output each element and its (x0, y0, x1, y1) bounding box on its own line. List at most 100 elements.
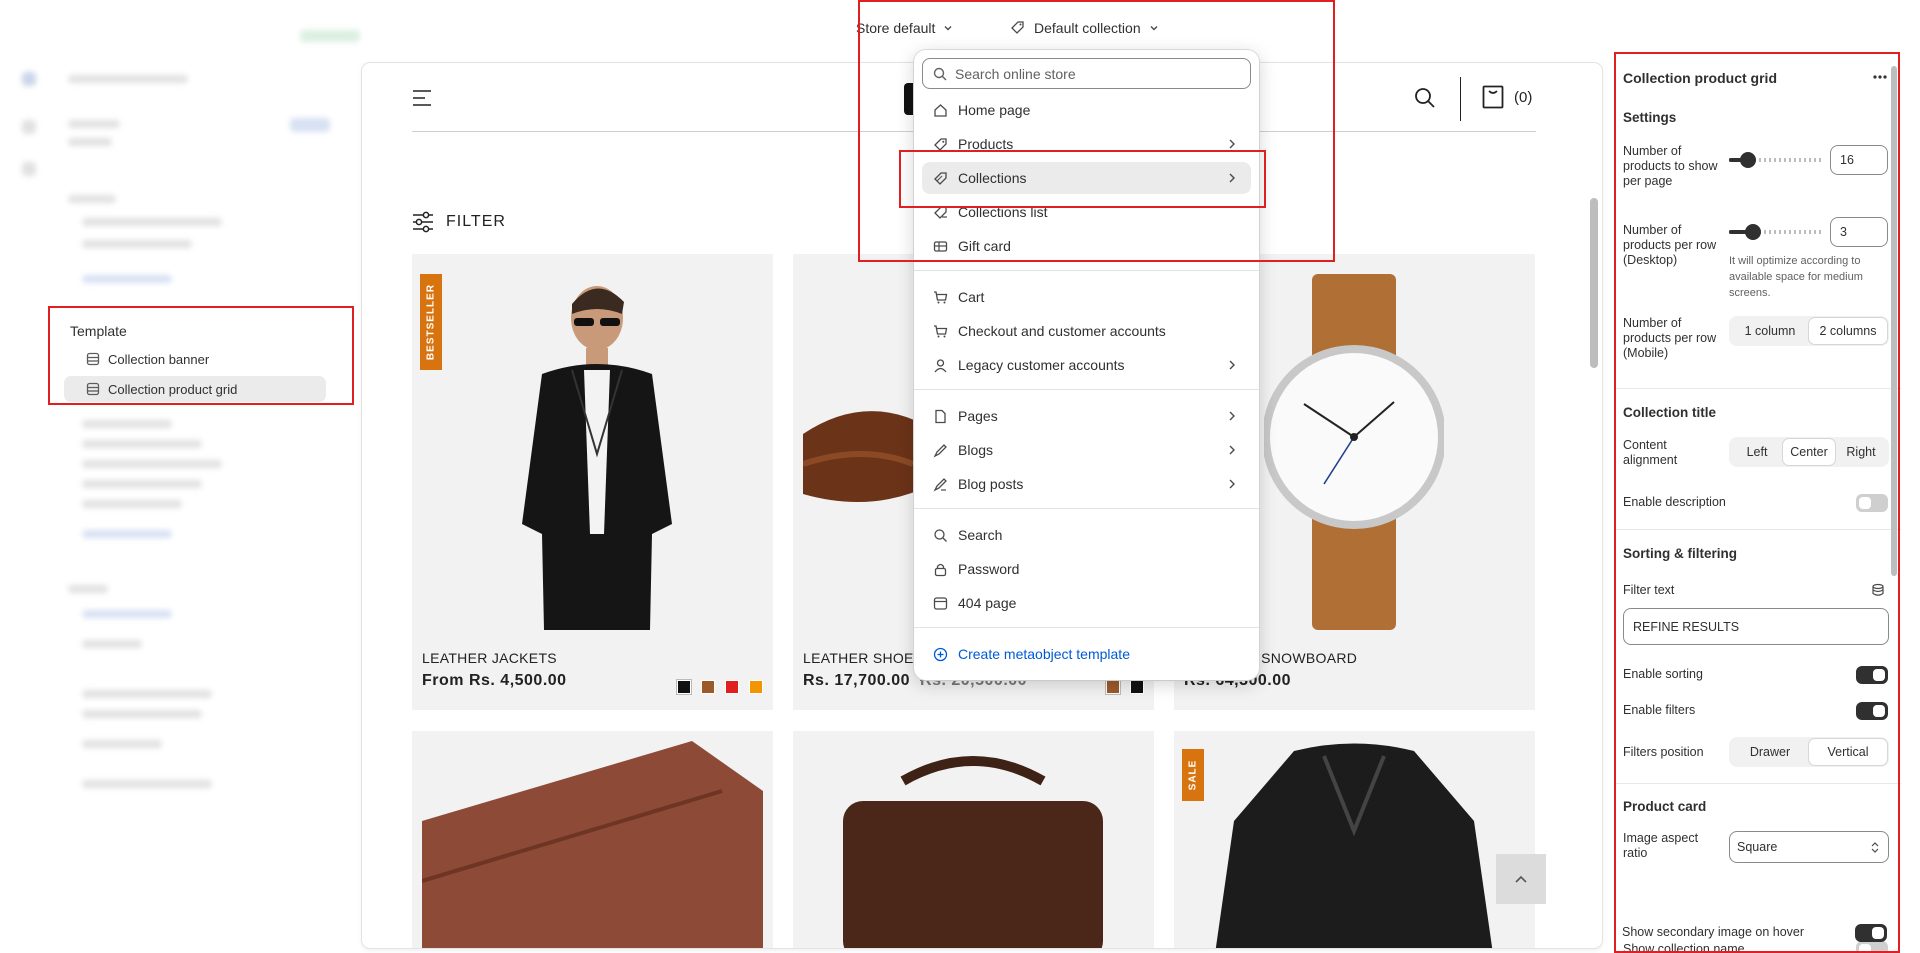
template-section: Template Collection banner Collection pr… (50, 308, 352, 403)
filters-position-segmented: Drawer Vertical (1729, 737, 1889, 767)
enable-description-label: Enable description (1623, 495, 1726, 509)
menu-item-legacy-customer-accounts[interactable]: Legacy customer accounts (922, 349, 1251, 381)
option-1-column[interactable]: 1 column (1731, 318, 1809, 344)
filter-text-input[interactable]: REFINE RESULTS (1623, 608, 1889, 645)
panel-title: Collection product grid (1623, 70, 1777, 86)
section-settings-panel: Collection product grid Settings Number … (1614, 52, 1901, 953)
store-selector[interactable]: Store default (856, 18, 953, 38)
menu-item-password[interactable]: Password (922, 553, 1251, 585)
back-to-top-button[interactable] (1496, 854, 1546, 904)
option-2-columns[interactable]: 2 columns (1809, 318, 1887, 344)
menu-item-collections[interactable]: Collections (922, 162, 1251, 194)
template-heading: Template (70, 323, 127, 339)
panel-scrollbar[interactable] (1891, 66, 1897, 576)
swatch-orange[interactable] (749, 680, 763, 694)
enable-filters-toggle[interactable] (1856, 702, 1888, 720)
tag-icon (930, 137, 950, 152)
sidebar-item-label: Collection banner (108, 351, 210, 367)
enable-description-toggle[interactable] (1856, 494, 1888, 512)
align-right-option[interactable]: Right (1835, 439, 1887, 465)
menu-item-search[interactable]: Search (922, 519, 1251, 551)
products-per-row-input[interactable]: 3 (1830, 217, 1888, 247)
menu-item-cart[interactable]: Cart (922, 281, 1251, 313)
products-per-page-slider[interactable] (1729, 152, 1823, 168)
collection-title-heading: Collection title (1623, 405, 1717, 420)
products-per-page-label: Number of products to show per page (1623, 144, 1718, 188)
menu-item-blog-posts[interactable]: Blog posts (922, 468, 1251, 500)
filter-icon (413, 211, 433, 233)
products-per-row-label: Number of products per row (Desktop) (1623, 223, 1717, 267)
filters-vertical-option[interactable]: Vertical (1809, 739, 1887, 765)
menu-item-404-page[interactable]: 404 page (922, 587, 1251, 619)
search-placeholder: Search online store (955, 65, 1076, 82)
hamburger-menu-icon[interactable] (412, 89, 432, 107)
mobile-columns-segmented: 1 column 2 columns (1729, 316, 1889, 346)
cart-icon (930, 324, 950, 339)
swatch-red[interactable] (725, 680, 739, 694)
menu-item-pages[interactable]: Pages (922, 400, 1251, 432)
menu-item-label: Collections (958, 170, 1027, 186)
product-card-wallet[interactable] (412, 731, 773, 948)
swatch-black[interactable] (1130, 680, 1144, 694)
search-icon[interactable] (1414, 87, 1436, 109)
page-icon (930, 409, 950, 424)
product-card-leather-jackets[interactable]: BESTSELLER LEATHER JACKETS From Rs. 4,50… (412, 254, 773, 710)
menu-item-label: 404 page (958, 595, 1017, 611)
product-price: From Rs. 4,500.00 (422, 672, 567, 689)
product-image-bag (843, 756, 1103, 948)
cart-button[interactable]: (0) (1482, 85, 1532, 109)
secondary-image-toggle[interactable] (1855, 924, 1887, 942)
plus-circle-icon (930, 647, 950, 662)
settings-heading: Settings (1623, 110, 1677, 125)
slider-knob[interactable] (1739, 152, 1756, 168)
filters-position-label: Filters position (1623, 745, 1704, 759)
menu-item-collections-list[interactable]: Collections list (922, 196, 1251, 228)
filters-drawer-option[interactable]: Drawer (1731, 739, 1809, 765)
sale-badge: SALE (1182, 749, 1204, 801)
slider-knob[interactable] (1744, 224, 1761, 240)
create-metaobject-template-link[interactable]: Create metaobject template (922, 638, 1251, 670)
menu-item-checkout[interactable]: Checkout and customer accounts (922, 315, 1251, 347)
product-card-sale-jacket[interactable]: SALE (1174, 731, 1535, 948)
template-picker-dropdown: Search online store Home page Products C… (914, 50, 1259, 680)
menu-item-home-page[interactable]: Home page (922, 94, 1251, 126)
menu-item-label: Blogs (958, 442, 994, 458)
chevron-down-icon (944, 26, 952, 31)
more-options-icon[interactable] (1872, 74, 1888, 80)
filter-button[interactable]: FILTER (412, 211, 506, 233)
show-collection-name-toggle[interactable] (1856, 941, 1888, 953)
align-left-option[interactable]: Left (1731, 439, 1783, 465)
store-selector-label: Store default (856, 20, 936, 36)
chevron-right-icon (1229, 445, 1235, 455)
menu-item-label: Checkout and customer accounts (958, 323, 1166, 339)
enable-sorting-toggle[interactable] (1856, 666, 1888, 684)
menu-item-label: Password (958, 561, 1020, 577)
products-per-row-help: It will optimize according to available … (1729, 255, 1863, 299)
chevron-right-icon (1229, 139, 1235, 149)
product-name: LEATHER JACKETS (422, 650, 557, 666)
canvas-scrollbar[interactable] (1590, 198, 1598, 368)
template-selector[interactable]: Default collection (1010, 18, 1159, 38)
sidebar-item-collection-banner[interactable]: Collection banner (64, 346, 326, 372)
swatch-brown[interactable] (1105, 679, 1121, 695)
mobile-columns-label: Number of products per row (Mobile) (1623, 316, 1717, 360)
swatch-brown[interactable] (701, 680, 715, 694)
image-aspect-ratio-select[interactable]: Square (1729, 831, 1889, 863)
product-image-jacket (522, 286, 672, 630)
menu-item-label: Collections list (958, 204, 1048, 220)
sidebar-item-collection-product-grid[interactable]: Collection product grid (64, 376, 326, 402)
product-card-bag[interactable] (793, 731, 1154, 948)
align-center-option[interactable]: Center (1783, 439, 1835, 465)
content-alignment-label: Content alignment (1623, 438, 1678, 467)
filter-label: FILTER (446, 213, 506, 230)
swatch-black[interactable] (676, 679, 692, 695)
person-icon (930, 358, 950, 373)
menu-item-blogs[interactable]: Blogs (922, 434, 1251, 466)
dynamic-source-icon[interactable] (1871, 583, 1885, 597)
products-per-row-slider[interactable] (1729, 224, 1823, 240)
menu-item-gift-card[interactable]: Gift card (922, 230, 1251, 262)
search-online-store-input[interactable]: Search online store (922, 58, 1251, 89)
products-per-page-input[interactable]: 16 (1830, 145, 1888, 175)
sidebar-item-label: Collection product grid (108, 381, 238, 397)
menu-item-products[interactable]: Products (922, 128, 1251, 160)
